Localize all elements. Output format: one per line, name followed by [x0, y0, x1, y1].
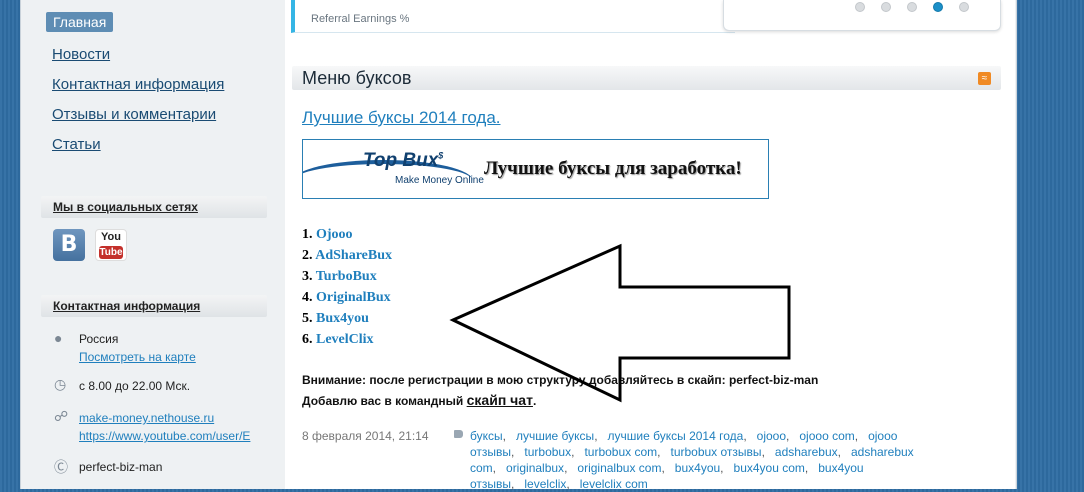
drawn-arrow-overlay [449, 243, 791, 403]
arrow-shape [449, 243, 791, 403]
